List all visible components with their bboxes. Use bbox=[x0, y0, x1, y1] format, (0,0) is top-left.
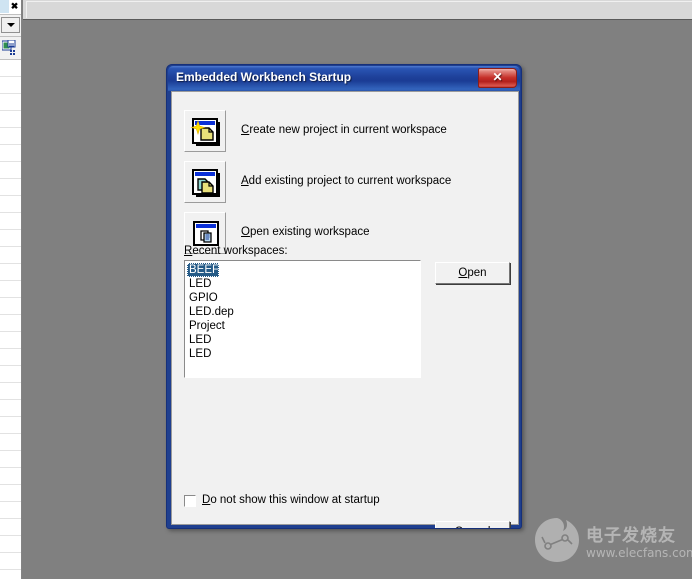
do-not-show-checkbox-label: Do not show this window at startup bbox=[202, 494, 380, 506]
do-not-show-checkbox[interactable] bbox=[184, 495, 196, 507]
list-item-label: LED bbox=[189, 278, 212, 290]
properties-icon[interactable] bbox=[2, 40, 18, 56]
list-item-label: LED bbox=[189, 334, 212, 346]
list-item-label: LED bbox=[189, 348, 212, 360]
main-window-toolbar bbox=[23, 0, 692, 20]
left-panel-titlebar: ✖ bbox=[0, 0, 21, 14]
list-item[interactable]: BEEF bbox=[187, 263, 420, 277]
chevron-down-glyph bbox=[6, 23, 15, 27]
list-item[interactable]: Project bbox=[187, 319, 420, 333]
list-item-label: Project bbox=[189, 320, 225, 332]
list-item-label: LED.dep bbox=[189, 306, 234, 318]
close-icon[interactable]: ✖ bbox=[10, 1, 19, 12]
recent-workspaces-list[interactable]: BEEF LED GPIO LED.dep Project LED LED bbox=[184, 260, 421, 378]
list-item[interactable]: LED bbox=[187, 347, 420, 361]
left-panel-toolbar-row-2 bbox=[0, 37, 21, 60]
action-create-new-project-label: Create new project in current workspace bbox=[241, 124, 447, 136]
action-add-existing-project-label: Add existing project to current workspac… bbox=[241, 175, 452, 187]
dialog-title: Embedded Workbench Startup bbox=[176, 70, 352, 84]
dialog-body: Create new project in current workspace … bbox=[171, 91, 519, 528]
dialog-titlebar[interactable]: Embedded Workbench Startup ✕ bbox=[168, 66, 520, 91]
left-panel-toolbar-row-1 bbox=[0, 14, 21, 37]
main-window-toolbar-inner bbox=[26, 1, 692, 18]
list-item[interactable]: LED bbox=[187, 333, 420, 347]
action-open-existing-workspace-label: Open existing workspace bbox=[241, 226, 370, 238]
list-item-label: GPIO bbox=[189, 292, 218, 304]
cancel-button[interactable]: Cancel bbox=[435, 521, 510, 528]
recent-workspaces-label: Recent workspaces: bbox=[184, 245, 288, 257]
add-existing-project-icon[interactable] bbox=[184, 161, 226, 203]
list-item[interactable]: LED.dep bbox=[187, 305, 420, 319]
close-button[interactable]: ✕ bbox=[478, 68, 517, 88]
close-icon: ✕ bbox=[492, 70, 503, 84]
left-docked-panel: ✖ bbox=[0, 0, 22, 579]
open-button[interactable]: Open bbox=[435, 262, 510, 284]
list-item[interactable]: LED bbox=[187, 277, 420, 291]
left-panel-grid-rows bbox=[0, 60, 21, 579]
left-panel-tab-chip bbox=[0, 0, 9, 13]
embedded-workbench-startup-dialog: Embedded Workbench Startup ✕ Create new … bbox=[166, 64, 522, 529]
list-item[interactable]: GPIO bbox=[187, 291, 420, 305]
new-project-icon[interactable] bbox=[184, 110, 226, 152]
list-item-label: BEEF bbox=[187, 263, 220, 277]
chevron-down-icon[interactable] bbox=[1, 17, 20, 33]
